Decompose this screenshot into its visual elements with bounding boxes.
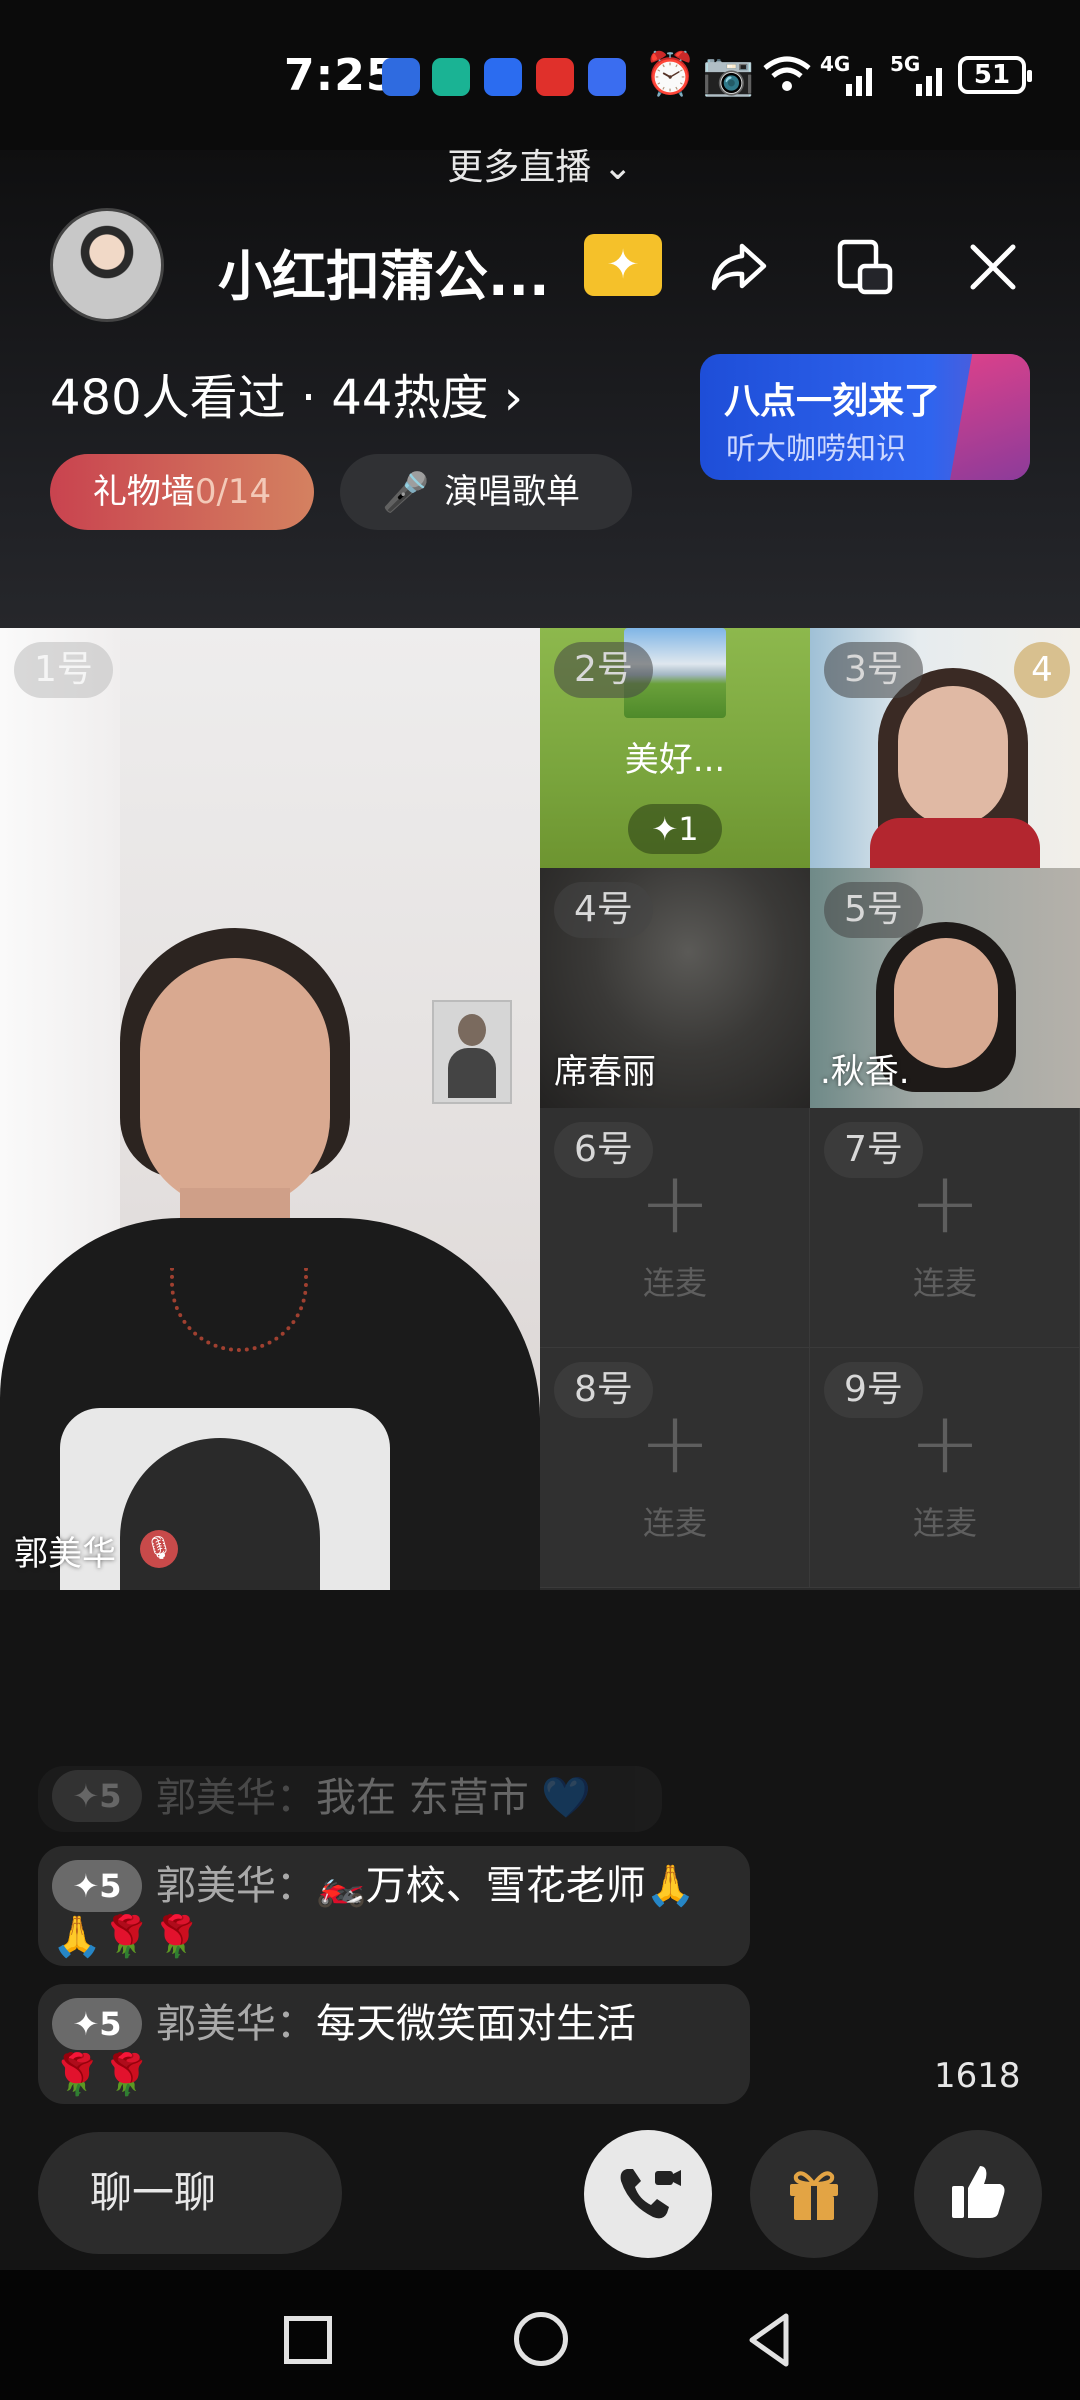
- home-icon[interactable]: [514, 2312, 568, 2366]
- seat-7-empty[interactable]: 7号 + 连麦: [810, 1108, 1080, 1348]
- plus-icon: +: [638, 1153, 712, 1253]
- gift-button[interactable]: [750, 2130, 878, 2258]
- seat-9-empty[interactable]: 9号 + 连麦: [810, 1348, 1080, 1588]
- seat-8-empty[interactable]: 8号 + 连麦: [540, 1348, 810, 1588]
- signal-4g-icon: [826, 62, 880, 96]
- chat-message[interactable]: ✦5 郭美华：我在 东营市 💙: [38, 1766, 662, 1832]
- video-call-button[interactable]: [584, 2130, 712, 2258]
- seat-3-face: [898, 686, 1008, 826]
- gift-wall-button[interactable]: 礼物墙0/14: [50, 454, 314, 530]
- promo-art: [950, 354, 1030, 480]
- mic-muted-icon: 🎙: [140, 1530, 178, 1568]
- gift-icon: [790, 2171, 838, 2220]
- like-button[interactable]: [914, 2130, 1042, 2258]
- more-live-button[interactable]: 更多直播 ⌄: [0, 138, 1080, 190]
- room-title[interactable]: 小红扣蒲公...: [218, 232, 550, 311]
- seat-4-video[interactable]: 4号 席春丽: [540, 868, 810, 1108]
- gift-wall-label: 礼物墙: [92, 472, 195, 512]
- camera-icon: 📷: [702, 49, 755, 98]
- chat-username: 郭美华：: [156, 2001, 316, 2047]
- shield-app-icon: [382, 58, 420, 96]
- float-window-icon[interactable]: [830, 232, 900, 302]
- seat-3-number: 3号: [824, 642, 923, 698]
- alarm-icon: ⏰: [644, 49, 697, 98]
- back-icon[interactable]: [740, 2310, 800, 2370]
- chat-content: 每天微笑面对生活: [316, 2001, 636, 2047]
- share-icon[interactable]: [704, 232, 774, 302]
- microphone-icon: 🎤: [382, 470, 430, 514]
- seat-4-number: 4号: [554, 882, 653, 938]
- battery-indicator: 51: [958, 56, 1032, 94]
- seat-1-video[interactable]: 1号 郭美华 🎙: [0, 628, 540, 1590]
- seat-2-name: 美好...: [624, 740, 726, 780]
- view-heat-stats[interactable]: 480人看过 · 44热度 ›: [50, 358, 523, 428]
- seat-grid: 1号 郭美华 🎙 2号 美好... ✦1 3号 4 4号 席春丽 5号 .秋香.…: [0, 628, 1080, 1590]
- chat-content-line2: 🙏🌹🌹: [52, 1914, 202, 1960]
- song-list-label: 演唱歌单: [444, 472, 580, 512]
- plus-icon: +: [908, 1153, 982, 1253]
- like-count: 1618: [934, 2056, 1021, 2096]
- recent-apps-icon[interactable]: [284, 2316, 332, 2364]
- chat-input[interactable]: 聊一聊: [38, 2132, 342, 2254]
- status-time: 7:25: [284, 50, 398, 101]
- seat-1-name: 郭美华: [14, 1534, 116, 1574]
- seat-3-video[interactable]: 3号 4: [810, 628, 1080, 868]
- chat-username: 郭美华：: [156, 1775, 316, 1821]
- wall-poster: [432, 1000, 512, 1104]
- chat-content: 🏍️万校、雪花老师🙏: [316, 1863, 696, 1909]
- promo-title: 八点一刻来了: [724, 381, 941, 422]
- song-list-button[interactable]: 🎤 演唱歌单: [340, 454, 632, 530]
- mi-home-app-icon: [432, 58, 470, 96]
- user-level-badge: ✦5: [52, 1998, 142, 2050]
- chat-message-text: 郭美华：我在 东营市 💙: [156, 1768, 766, 1828]
- seat-3-count-badge: 4: [1014, 642, 1070, 698]
- chat-message-text: 郭美华：🏍️万校、雪花老师🙏: [156, 1856, 766, 1916]
- user-level-badge: ✦5: [52, 1860, 142, 1912]
- video-call-icon: [620, 2169, 681, 2219]
- chat-content-line2: 🌹🌹: [52, 2052, 152, 2098]
- chat-content: 我在 东营市 💙: [316, 1775, 592, 1821]
- listen-app-icon: [536, 58, 574, 96]
- wifi-icon: [762, 54, 812, 94]
- seat-2-number: 2号: [554, 642, 653, 698]
- seat-2-likes: ✦1: [628, 804, 722, 854]
- host-avatar[interactable]: [50, 208, 164, 322]
- chat-message[interactable]: ✦5 郭美华：每天微笑面对生活 🌹🌹: [38, 1984, 750, 2104]
- thumbs-up-icon: [952, 2166, 1005, 2218]
- chat-message[interactable]: ✦5 郭美华：🏍️万校、雪花老师🙏 🙏🌹🌹: [38, 1846, 750, 1966]
- feishu-app-icon: [484, 58, 522, 96]
- user-level-badge: ✦5: [52, 1770, 142, 1822]
- seat-6-join-label: 连麦: [642, 1264, 707, 1302]
- seat-5-number: 5号: [824, 882, 923, 938]
- close-icon[interactable]: [958, 232, 1028, 302]
- seat-5-video[interactable]: 5号 .秋香.: [810, 868, 1080, 1108]
- seat-8-join-label: 连麦: [642, 1504, 707, 1542]
- plus-icon: +: [908, 1393, 982, 1493]
- seat-7-join-label: 连麦: [912, 1264, 977, 1302]
- seat-9-join-label: 连麦: [912, 1504, 977, 1542]
- gift-wall-count: 0/14: [194, 472, 272, 512]
- seat-1-number: 1号: [14, 642, 113, 698]
- host-face: [140, 958, 330, 1208]
- seat-2-video[interactable]: 2号 美好... ✦1: [540, 628, 810, 868]
- chat-message-text: 郭美华：每天微笑面对生活: [156, 1994, 766, 2054]
- seat-6-empty[interactable]: 6号 + 连麦: [540, 1108, 810, 1348]
- hand-app-icon: [588, 58, 626, 96]
- chat-username: 郭美华：: [156, 1863, 316, 1909]
- seat-3-scarf: [870, 818, 1040, 868]
- promo-banner[interactable]: 八点一刻来了 听大咖唠知识: [700, 354, 1030, 480]
- plus-icon: +: [638, 1393, 712, 1493]
- promo-subtitle: 听大咖唠知识: [726, 432, 906, 467]
- star-badge-icon[interactable]: ✦: [584, 234, 662, 296]
- seat-5-name: .秋香.: [820, 1052, 910, 1092]
- seat-4-name: 席春丽: [554, 1052, 656, 1092]
- signal-5g-icon: [896, 62, 950, 96]
